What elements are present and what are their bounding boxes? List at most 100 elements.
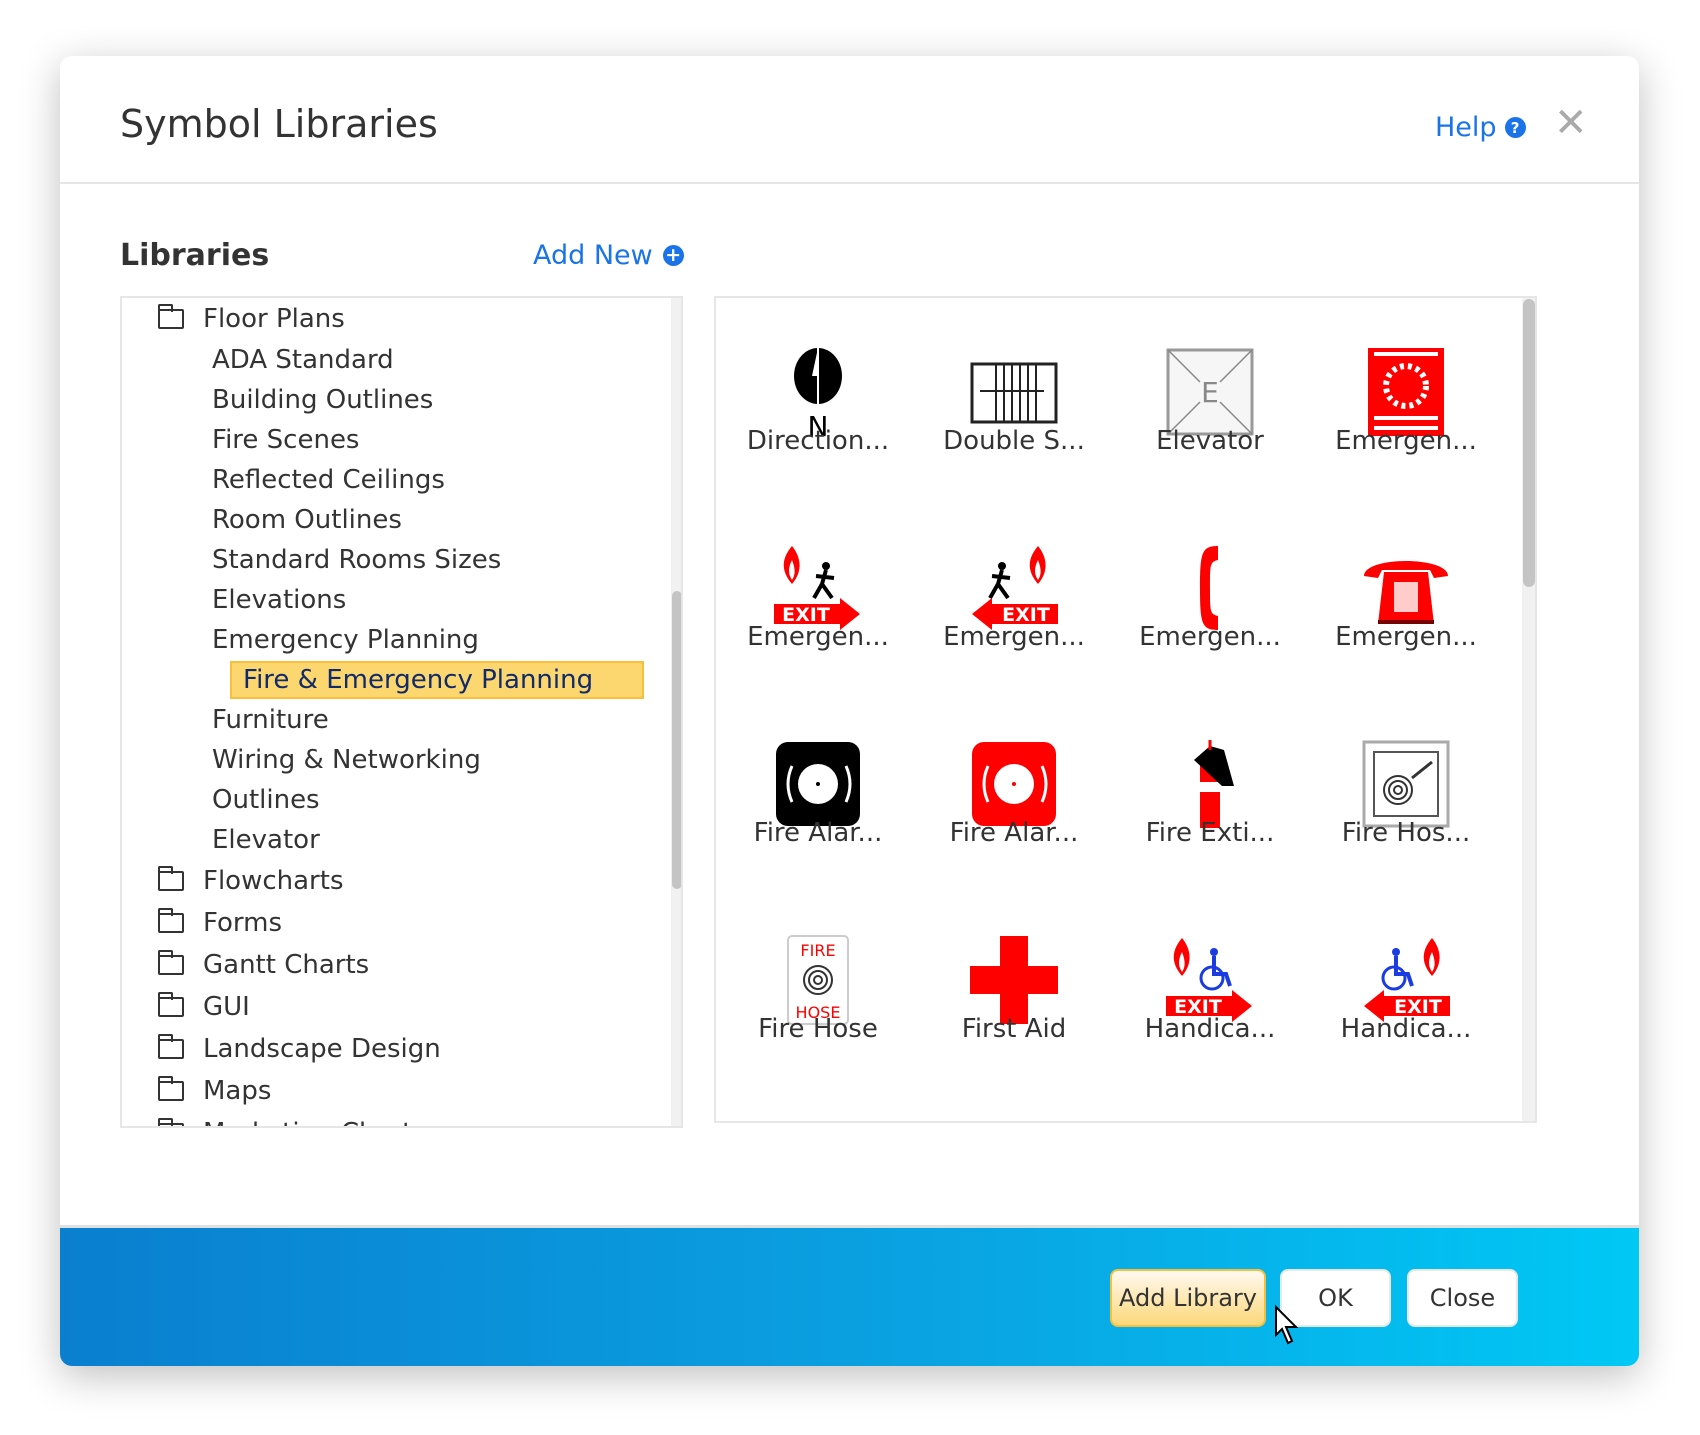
tree-item[interactable]: ADA Standard (122, 340, 681, 380)
tree-folder[interactable]: Forms (122, 902, 681, 944)
dialog-header: Symbol Libraries Help? ✕ (60, 56, 1639, 184)
symbol-tile[interactable]: Emergen... (1308, 298, 1504, 494)
tree-folder[interactable]: Landscape Design (122, 1028, 681, 1070)
add-new-link[interactable]: Add New + (533, 240, 684, 271)
tree-item[interactable]: Room Outlines (122, 500, 681, 540)
tree-scrollbar[interactable] (671, 298, 681, 1126)
symbol-tile[interactable]: Fire Exti... (1112, 690, 1308, 886)
grid-scrollbar-thumb[interactable] (1523, 299, 1535, 587)
symbol-grid: N Direction... Double S... E Elevator Emergen… (714, 296, 1537, 1123)
grid-scrollbar[interactable] (1522, 298, 1535, 1121)
first-aid-cross-icon (970, 936, 1058, 1024)
symbol-label: Fire Hose (758, 1014, 878, 1044)
symbol-tile[interactable]: Fire Alar... (720, 690, 916, 886)
tree-item[interactable]: Fire Scenes (122, 420, 681, 460)
symbol-tile[interactable]: FIRE HOSE Fire Hose (720, 886, 916, 1082)
symbol-label: Emergen... (1335, 426, 1477, 456)
symbol-tile[interactable]: EXIT Emergen... (916, 494, 1112, 690)
tree-item-label: Room Outlines (212, 505, 402, 535)
symbol-label: Fire Hos... (1341, 818, 1471, 848)
tree-item[interactable]: Emergency Planning (122, 620, 681, 660)
dialog-title: Symbol Libraries (120, 102, 438, 146)
tree-item[interactable]: Reflected Ceilings (122, 460, 681, 500)
folder-icon (158, 1034, 184, 1059)
exit-right-fire-icon: EXIT (774, 546, 860, 630)
question-circle-icon: ? (1504, 117, 1526, 138)
symbol-tile[interactable]: EXIT Handica... (1308, 886, 1504, 1082)
tree-item-label: Outlines (212, 785, 320, 815)
tree-item[interactable]: Wiring & Networking (122, 740, 681, 780)
tree-item-label: Maps (203, 1076, 272, 1106)
emergency-dial-911-icon (1368, 348, 1444, 436)
symbol-label: Fire Alar... (949, 818, 1079, 848)
folder-icon (158, 992, 184, 1017)
exit-left-fire-icon: EXIT (972, 546, 1058, 630)
tree-folder[interactable]: Gantt Charts (122, 944, 681, 986)
tree-item-label: Floor Plans (203, 304, 345, 334)
symbol-tile[interactable]: EXIT Emergen... (720, 494, 916, 690)
tree-folder[interactable]: GUI (122, 986, 681, 1028)
symbol-label: Elevator (1156, 426, 1264, 456)
symbol-tile[interactable]: N Direction... (720, 298, 916, 494)
tree-item-label: Gantt Charts (203, 950, 370, 980)
tree-item-label: Wiring & Networking (212, 745, 481, 775)
tree-item[interactable]: Elevator (122, 820, 681, 860)
tree-item[interactable]: Furniture (122, 700, 681, 740)
tree-scrollbar-thumb[interactable] (672, 591, 681, 889)
folder-icon (158, 1118, 184, 1126)
symbol-libraries-dialog: Symbol Libraries Help? ✕ Libraries Add N… (60, 56, 1639, 1366)
symbol-tile[interactable]: EXIT Handica... (1112, 886, 1308, 1082)
symbol-tile[interactable]: Double S... (916, 298, 1112, 494)
handicap-exit-left-icon: EXIT (1364, 938, 1450, 1022)
fire-alarm-black-icon (776, 742, 860, 826)
tree-item-label: Elevations (212, 585, 347, 615)
folder-icon (158, 866, 184, 891)
mouse-cursor-icon (1275, 1305, 1298, 1345)
handicap-exit-right-icon: EXIT (1166, 938, 1252, 1022)
tree-item[interactable]: Elevations (122, 580, 681, 620)
symbol-label: Fire Exti... (1145, 818, 1275, 848)
symbol-tile[interactable]: Fire Hos... (1308, 690, 1504, 886)
fire-hose-sign-icon: FIREHOSE (787, 935, 849, 1025)
symbol-tile[interactable]: Emergen... (1112, 494, 1308, 690)
elevator-icon: E (1166, 348, 1254, 436)
tree-item-label: Fire Scenes (212, 425, 360, 455)
folder-icon (158, 1076, 184, 1101)
tree-item-label: GUI (203, 992, 250, 1022)
tree-item[interactable]: Fire & Emergency Planning (122, 660, 681, 700)
tree-item[interactable]: Outlines (122, 780, 681, 820)
help-label: Help (1435, 112, 1497, 143)
tree-folder[interactable]: Maps (122, 1070, 681, 1112)
svg-text:E: E (1201, 376, 1219, 409)
symbol-tile[interactable]: Fire Alar... (916, 690, 1112, 886)
tree-item-label: Reflected Ceilings (212, 465, 445, 495)
add-library-button[interactable]: Add Library (1110, 1269, 1266, 1327)
tree-item-label: Marketing Charts (203, 1118, 426, 1126)
close-button[interactable]: Close (1407, 1269, 1518, 1327)
symbol-tile[interactable]: E Elevator (1112, 298, 1308, 494)
libraries-heading: Libraries (120, 238, 270, 273)
tree-item-label: Forms (203, 908, 283, 938)
plus-circle-icon: + (662, 245, 684, 266)
library-tree: Floor Plans ADA Standard Building Outlines… (120, 296, 683, 1128)
tree-item[interactable]: Building Outlines (122, 380, 681, 420)
tree-folder[interactable]: Flowcharts (122, 860, 681, 902)
symbol-label: Double S... (943, 426, 1085, 456)
tree-folder[interactable]: Marketing Charts (122, 1112, 681, 1126)
symbol-tile[interactable]: First Aid (916, 886, 1112, 1082)
telephone-icon (1364, 561, 1448, 624)
symbol-label: Emergen... (1139, 622, 1281, 652)
tree-item-label: Emergency Planning (212, 625, 479, 655)
symbol-label: Handica... (1144, 1014, 1276, 1044)
symbol-tile[interactable]: Emergen... (1308, 494, 1504, 690)
help-link[interactable]: Help? (1435, 112, 1526, 143)
tree-item[interactable]: Standard Rooms Sizes (122, 540, 681, 580)
tree-item-label: Flowcharts (203, 866, 344, 896)
tree-folder[interactable]: Floor Plans (122, 298, 681, 340)
add-new-label: Add New (533, 240, 653, 271)
folder-icon (158, 950, 184, 975)
tree-item-label: ADA Standard (212, 345, 394, 375)
tree-item-label: Elevator (212, 825, 320, 855)
svg-text:FIRE: FIRE (800, 941, 835, 960)
close-icon[interactable]: ✕ (1554, 100, 1588, 146)
